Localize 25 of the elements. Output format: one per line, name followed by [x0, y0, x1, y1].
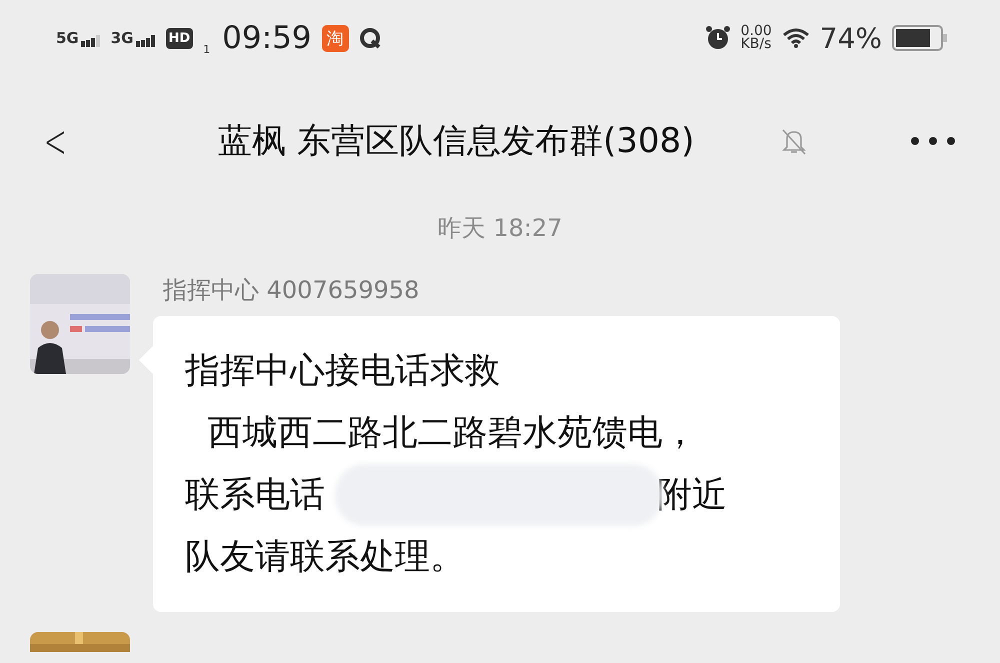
- signal-icon: [80, 35, 101, 47]
- timestamp: 昨天 18:27: [438, 214, 562, 242]
- app-badge: 淘: [322, 24, 349, 52]
- chat-title: 蓝枫 东营区队信息发布群(308): [217, 120, 696, 163]
- wifi-icon: [782, 27, 810, 49]
- message-text: 指挥中心接电话求救: [185, 350, 500, 393]
- alarm-icon: [704, 25, 731, 51]
- battery-icon: [892, 25, 948, 51]
- message-text: 联系电话: [185, 474, 325, 517]
- clock: 09:59: [222, 20, 312, 56]
- speed-value: 0.00: [740, 25, 772, 38]
- more-icon[interactable]: [910, 136, 956, 146]
- signal-icon: [136, 35, 156, 47]
- hd-badge: HD: [166, 28, 194, 48]
- network-label: 5G: [56, 29, 79, 47]
- speed-unit: KB/s: [740, 38, 772, 51]
- message-text: 西城西二路北二路碧水苑馈电，: [206, 412, 698, 455]
- message-text: 队友请联系处理。: [185, 536, 465, 579]
- sender-name: 指挥中心 4007659958: [163, 275, 420, 306]
- battery-percent: 74%: [820, 22, 882, 54]
- back-button[interactable]: <: [44, 114, 67, 168]
- sim-index: 1: [203, 43, 210, 56]
- q-icon: [358, 27, 381, 49]
- network-label: 3G: [110, 29, 134, 47]
- message-text: 附近: [657, 474, 727, 517]
